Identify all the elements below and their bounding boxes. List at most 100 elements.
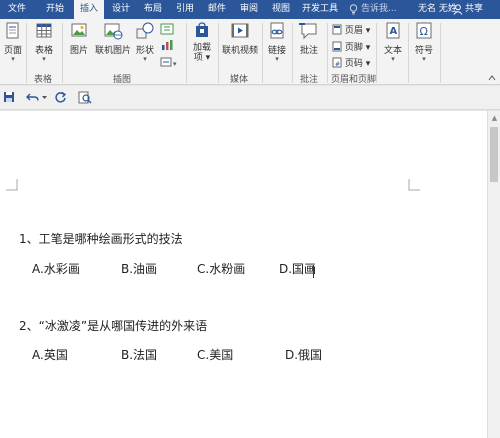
- group-separator: [440, 23, 441, 83]
- tab-design[interactable]: 设计: [108, 0, 134, 19]
- footer-label: 页脚: [344, 43, 363, 53]
- online-video-label: 联机视频: [221, 46, 258, 56]
- share-button[interactable]: 共享: [465, 0, 483, 19]
- chevron-down-icon: ▾: [422, 55, 426, 63]
- online-picture-icon: [104, 23, 123, 40]
- tab-review[interactable]: 审阅: [236, 0, 262, 19]
- svg-text:▾: ▾: [173, 60, 177, 68]
- group-separator: [218, 23, 219, 83]
- picture-label: 图片: [69, 46, 88, 56]
- quick-access-toolbar: [0, 86, 500, 110]
- group-separator: [292, 23, 293, 83]
- q2-option-d[interactable]: D.俄国: [285, 346, 322, 363]
- textbox-button[interactable]: A 文本 ▾: [381, 21, 405, 63]
- tab-references[interactable]: 引用: [172, 0, 198, 19]
- chevron-down-icon: ▾: [391, 55, 395, 63]
- table-icon: [36, 23, 52, 38]
- print-preview-icon[interactable]: [78, 91, 92, 104]
- comment-icon: [299, 23, 317, 40]
- repeat-icon[interactable]: [54, 91, 67, 104]
- symbol-button[interactable]: Ω 符号 ▾: [412, 21, 436, 63]
- group-label-comments: 批注: [300, 75, 319, 85]
- svg-text:Ω: Ω: [420, 25, 428, 38]
- header-icon: [332, 24, 342, 35]
- user-name[interactable]: 无名 无姓: [418, 0, 457, 19]
- document-page[interactable]: 1、工笔是哪种绘画形式的技法 A.水彩画 B.油画 C.水粉画 D.国画 2、“…: [0, 111, 487, 438]
- addins-button[interactable]: 加载项 ▾: [190, 21, 214, 63]
- q1-option-b[interactable]: B.油画: [121, 260, 157, 277]
- online-pictures-label: 联机图片: [94, 46, 131, 56]
- q1-option-a[interactable]: A.水彩画: [32, 260, 80, 277]
- shapes-button[interactable]: 形状 ▾: [134, 21, 156, 63]
- tab-file[interactable]: 文件: [4, 0, 30, 19]
- omega-icon: Ω: [416, 22, 432, 39]
- group-separator: [26, 23, 27, 83]
- text-cursor-icon: [313, 265, 314, 278]
- group-separator: [408, 23, 409, 83]
- tab-home[interactable]: 开始: [42, 0, 68, 19]
- group-label-media: 媒体: [230, 75, 249, 85]
- q2-option-a[interactable]: A.英国: [32, 346, 68, 363]
- group-label-header-footer: 页眉和页脚: [331, 75, 377, 85]
- ribbon: 页面 ▾ 表格 ▾ 表格 图片 联机图片 形状 ▾ ▾ 插图 加载 项 ▾ 联机…: [0, 19, 500, 85]
- smartart-icon[interactable]: [160, 23, 174, 35]
- undo-icon[interactable]: [26, 91, 40, 103]
- page-number-icon: #: [332, 57, 342, 68]
- q2-option-c[interactable]: C.美国: [197, 346, 233, 363]
- chevron-down-icon: ▾: [11, 55, 15, 63]
- q1-option-c[interactable]: C.水粉画: [197, 260, 245, 277]
- lightbulb-icon: [349, 4, 358, 15]
- question-2[interactable]: 2、“冰激凌”是从哪国传进的外来语: [19, 317, 207, 334]
- collapse-ribbon-icon[interactable]: [488, 74, 496, 82]
- pages-icon: [6, 22, 19, 39]
- textbox-icon: A: [386, 22, 400, 39]
- tab-insert[interactable]: 插入: [74, 0, 104, 19]
- tell-me-box[interactable]: 告诉我...: [361, 0, 397, 19]
- person-icon: [453, 4, 463, 15]
- chart-icon[interactable]: [160, 39, 174, 51]
- link-button[interactable]: 链接 ▾: [265, 21, 289, 63]
- save-icon[interactable]: [3, 91, 15, 103]
- header-label: 页眉: [344, 26, 363, 36]
- chevron-down-icon: ▾: [275, 55, 279, 63]
- group-separator: [62, 23, 63, 83]
- ribbon-tab-bar: 文件 开始 插入 设计 布局 引用 邮件 审阅 视图 开发工具 告诉我... 无…: [0, 0, 500, 19]
- chevron-down-icon: ▾: [42, 55, 46, 63]
- scroll-thumb[interactable]: [490, 127, 498, 182]
- chevron-down-icon: ▾: [143, 55, 147, 63]
- header-button[interactable]: 页眉 ▾: [332, 23, 370, 36]
- tab-mailings[interactable]: 邮件: [204, 0, 230, 19]
- footer-icon: [332, 41, 342, 52]
- group-label-table: 表格: [34, 75, 53, 85]
- svg-text:#: #: [335, 61, 340, 68]
- vertical-scrollbar[interactable]: ▲: [487, 111, 500, 438]
- screenshot-icon[interactable]: ▾: [160, 56, 180, 68]
- group-separator: [262, 23, 263, 83]
- online-video-button[interactable]: 联机视频: [221, 21, 259, 56]
- scroll-up-icon[interactable]: ▲: [490, 114, 499, 123]
- undo-dropdown-icon[interactable]: [41, 91, 48, 103]
- svg-text:A: A: [390, 26, 398, 37]
- picture-button[interactable]: 图片: [66, 21, 92, 56]
- pages-button[interactable]: 页面 ▾: [2, 21, 24, 63]
- tab-layout[interactable]: 布局: [140, 0, 166, 19]
- margin-corner-right: [408, 179, 420, 191]
- online-pictures-button[interactable]: 联机图片: [94, 21, 132, 56]
- table-button[interactable]: 表格 ▾: [32, 21, 56, 63]
- q2-option-b[interactable]: B.法国: [121, 346, 157, 363]
- comment-button[interactable]: 批注: [296, 21, 322, 56]
- tab-view[interactable]: 视图: [268, 0, 294, 19]
- page-number-label: 页码: [344, 59, 363, 69]
- footer-button[interactable]: 页脚 ▾: [332, 40, 370, 53]
- group-label-illustrations: 插图: [113, 75, 132, 85]
- tab-developer[interactable]: 开发工具: [299, 0, 341, 19]
- link-icon: [270, 22, 284, 39]
- shapes-icon: [136, 22, 154, 39]
- picture-icon: [71, 23, 87, 37]
- q1-option-d[interactable]: D.国画: [279, 260, 316, 277]
- group-separator: [186, 23, 187, 83]
- group-separator: [327, 23, 328, 83]
- question-1[interactable]: 1、工笔是哪种绘画形式的技法: [19, 230, 183, 247]
- page-number-button[interactable]: # 页码 ▾: [332, 56, 370, 69]
- video-icon: [231, 23, 249, 38]
